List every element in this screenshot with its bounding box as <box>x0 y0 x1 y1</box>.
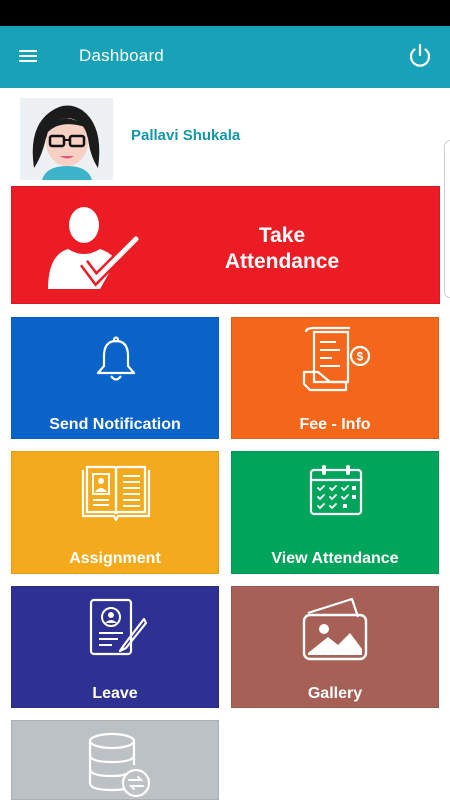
fee-info-tile[interactable]: $ Fee - Info <box>231 317 439 439</box>
user-name: Pallavi Shukala <box>131 127 241 144</box>
bell-icon <box>96 336 136 381</box>
app-bar: Dashboard <box>0 26 450 88</box>
power-icon[interactable] <box>406 42 434 70</box>
gallery-tile[interactable]: Gallery <box>231 586 439 708</box>
view-attendance-label: View Attendance <box>271 550 399 567</box>
gallery-icon <box>302 597 368 661</box>
avatar <box>20 98 113 180</box>
avatar-icon <box>20 98 113 180</box>
leave-tile[interactable]: Leave <box>11 586 219 708</box>
view-attendance-tile[interactable]: View Attendance <box>231 451 439 574</box>
page-title: Dashboard <box>79 46 164 65</box>
gallery-label: Gallery <box>307 685 363 702</box>
svg-text:$: $ <box>357 350 364 364</box>
assignment-tile[interactable]: Assignment <box>11 451 219 574</box>
scroll-indicator <box>444 140 450 298</box>
calendar-icon <box>309 465 363 516</box>
database-sync-icon <box>88 732 151 798</box>
backup-tile[interactable] <box>11 720 219 800</box>
send-notification-label: Send Notification <box>49 416 181 433</box>
send-notification-tile[interactable]: Send Notification <box>11 317 219 439</box>
fee-info-label: Fee - Info <box>299 416 371 433</box>
profile-header: Pallavi Shukala <box>0 88 450 183</box>
take-attendance-label: Take Attendance <box>224 224 340 273</box>
leave-document-icon <box>89 598 148 656</box>
take-attendance-tile[interactable]: Take Attendance <box>11 186 440 304</box>
menu-icon[interactable] <box>18 46 44 68</box>
attendance-check-icon <box>48 207 139 289</box>
open-book-icon <box>81 465 151 522</box>
status-bar <box>0 0 450 26</box>
fee-receipt-icon: $ <box>302 326 371 392</box>
leave-label: Leave <box>92 685 138 702</box>
assignment-label: Assignment <box>69 550 161 567</box>
